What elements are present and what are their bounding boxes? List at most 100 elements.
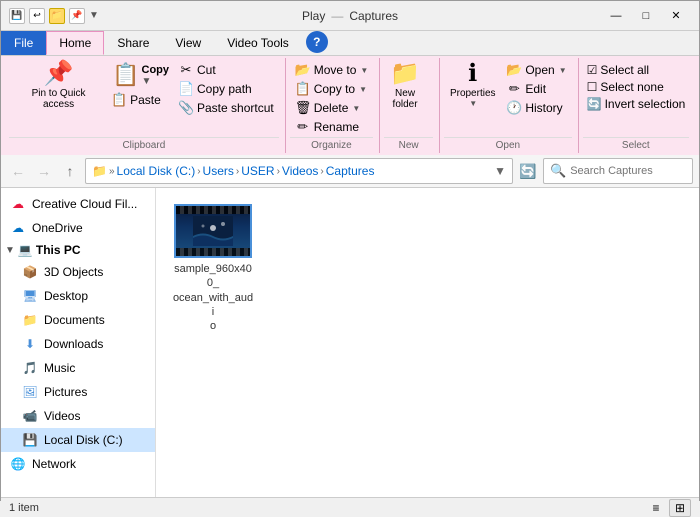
copy-button[interactable]: 📋 Copy ▼	[108, 60, 173, 90]
breadcrumb-videos[interactable]: Videos	[282, 164, 318, 178]
breadcrumb-captures[interactable]: Captures	[326, 164, 375, 178]
organize-content: 📂 Move to ▼ 📋 Copy to ▼ 🗑 Delete ▼ ✏ Ren…	[290, 60, 373, 137]
sidebar-item-desktop[interactable]: 🖥 Desktop	[1, 284, 155, 308]
select-all-button[interactable]: ☑ Select all	[585, 62, 688, 78]
copy-to-button[interactable]: 📋 Copy to ▼	[292, 80, 372, 98]
save-icon[interactable]: 💾	[9, 8, 25, 24]
address-box[interactable]: 📁 » Local Disk (C:) › Users › USER › Vid…	[85, 158, 513, 184]
organize-label: Organize	[290, 137, 373, 151]
properties-button[interactable]: ℹ Properties ▼	[444, 60, 501, 110]
open-label: Open	[444, 137, 572, 151]
pin-icon[interactable]: 📌	[69, 8, 85, 24]
sidebar-item-3d-objects[interactable]: 📦 3D Objects	[1, 260, 155, 284]
tab-share[interactable]: Share	[104, 31, 162, 55]
breadcrumb-user[interactable]: USER	[241, 164, 274, 178]
delete-button[interactable]: 🗑 Delete ▼	[292, 99, 372, 117]
select-none-label: Select none	[600, 80, 663, 94]
delete-dropdown[interactable]: ▼	[352, 104, 360, 113]
move-to-dropdown[interactable]: ▼	[360, 66, 368, 75]
select-none-button[interactable]: ☐ Select none	[585, 79, 688, 95]
this-pc-chevron: ▼	[5, 245, 15, 256]
minimize-button[interactable]: —	[601, 5, 631, 27]
sidebar-item-label: Documents	[44, 313, 105, 327]
clipboard-label: Clipboard	[9, 137, 279, 151]
sidebar-item-local-disk[interactable]: 💾 Local Disk (C:)	[1, 428, 155, 452]
window-controls: — □ ✕	[601, 5, 691, 27]
open-dropdown[interactable]: ▼	[559, 66, 567, 75]
new-content: 📁 Newfolder	[384, 60, 433, 137]
cut-button[interactable]: ✂ Cut	[175, 61, 277, 79]
breadcrumb-icon: 📁	[92, 164, 107, 178]
sidebar-item-label: Pictures	[44, 385, 87, 399]
edit-button[interactable]: ✏ Edit	[503, 80, 569, 98]
ribbon-group-clipboard: 📌 Pin to Quick access 📋 Copy ▼ 📋 Paste	[5, 58, 286, 153]
sidebar-item-music[interactable]: 🎵 Music	[1, 356, 155, 380]
search-input[interactable]	[570, 165, 686, 177]
open-button[interactable]: 📂 Open ▼	[503, 61, 569, 79]
copy-to-icon: 📋	[295, 81, 311, 97]
list-view-button[interactable]: ≡	[645, 499, 667, 517]
folder-icon[interactable]: 📁	[49, 8, 65, 24]
sidebar-item-documents[interactable]: 📁 Documents	[1, 308, 155, 332]
new-folder-button[interactable]: 📁 Newfolder	[384, 60, 426, 112]
sidebar-item-label: Downloads	[44, 337, 103, 351]
creative-cloud-icon: ☁	[9, 195, 27, 213]
rename-button[interactable]: ✏ Rename	[292, 118, 372, 136]
back-button[interactable]: ←	[7, 160, 29, 182]
copy-dropdown[interactable]: ▼	[142, 76, 170, 87]
close-button[interactable]: ✕	[661, 5, 691, 27]
sidebar-item-videos[interactable]: 📹 Videos	[1, 404, 155, 428]
history-button[interactable]: 🕐 History	[503, 99, 569, 117]
qat-chevron[interactable]: ▼	[89, 10, 99, 21]
invert-selection-button[interactable]: 🔄 Invert selection	[585, 96, 688, 112]
detail-view-button[interactable]: ⊞	[669, 499, 691, 517]
select-none-icon: ☐	[587, 80, 598, 94]
sidebar-item-creative-cloud[interactable]: ☁ Creative Cloud Fil...	[1, 192, 155, 216]
sidebar-item-network[interactable]: 🌐 Network	[1, 452, 155, 476]
sidebar-item-label: Desktop	[44, 289, 88, 303]
move-to-button[interactable]: 📂 Move to ▼	[292, 61, 372, 79]
help-button[interactable]: ?	[306, 31, 328, 53]
sidebar-item-pictures[interactable]: 🖼 Pictures	[1, 380, 155, 404]
file-item-video[interactable]: sample_960x400_ocean_with_audio	[168, 200, 258, 337]
breadcrumb-users[interactable]: Users	[203, 164, 234, 178]
tab-video-tools[interactable]: Video Tools	[214, 31, 302, 55]
pin-to-quick-button[interactable]: 📌 Pin to Quick access	[9, 60, 108, 112]
paste-shortcut-label: Paste shortcut	[197, 101, 274, 115]
search-icon: 🔍	[550, 163, 566, 179]
copy-path-button[interactable]: 📄 Copy path	[175, 80, 277, 98]
breadcrumb-local-disk[interactable]: Local Disk (C:)	[117, 164, 196, 178]
maximize-button[interactable]: □	[631, 5, 661, 27]
history-icon: 🕐	[506, 100, 522, 116]
forward-button[interactable]: →	[33, 160, 55, 182]
ribbon-content: 📌 Pin to Quick access 📋 Copy ▼ 📋 Paste	[1, 56, 699, 155]
paste-button[interactable]: 📋 Paste	[108, 91, 173, 109]
paste-shortcut-button[interactable]: 📎 Paste shortcut	[175, 99, 277, 117]
undo-icon[interactable]: ↩	[29, 8, 45, 24]
videos-icon: 📹	[21, 407, 39, 425]
up-button[interactable]: ↑	[59, 160, 81, 182]
clipboard-small-group: ✂ Cut 📄 Copy path 📎 Paste shortcut	[173, 60, 279, 118]
sidebar-item-label: Local Disk (C:)	[44, 433, 123, 447]
ribbon-group-organize: 📂 Move to ▼ 📋 Copy to ▼ 🗑 Delete ▼ ✏ Ren…	[286, 58, 380, 153]
select-all-label: Select all	[600, 63, 649, 77]
refresh-button[interactable]: 🔄	[517, 160, 539, 182]
sidebar-item-onedrive[interactable]: ☁ OneDrive	[1, 216, 155, 240]
sidebar-item-downloads[interactable]: ⬇ Downloads	[1, 332, 155, 356]
tab-view[interactable]: View	[162, 31, 214, 55]
ribbon-group-select: ☑ Select all ☐ Select none 🔄 Invert sele…	[579, 58, 695, 153]
sidebar-this-pc[interactable]: ▼ 💻 This PC	[1, 240, 155, 260]
search-box[interactable]: 🔍	[543, 158, 693, 184]
downloads-icon: ⬇	[21, 335, 39, 353]
this-pc-icon: 💻	[18, 243, 33, 257]
copy-to-dropdown[interactable]: ▼	[359, 85, 367, 94]
sidebar-item-label: OneDrive	[32, 221, 83, 235]
view-buttons: ≡ ⊞	[645, 499, 691, 517]
tab-home[interactable]: Home	[46, 31, 104, 55]
address-chevron[interactable]: ▼	[494, 164, 506, 178]
cut-label: Cut	[197, 63, 216, 77]
music-icon: 🎵	[21, 359, 39, 377]
select-label: Select	[583, 137, 689, 151]
tab-file[interactable]: File	[1, 31, 46, 55]
properties-dropdown[interactable]: ▼	[469, 99, 477, 108]
